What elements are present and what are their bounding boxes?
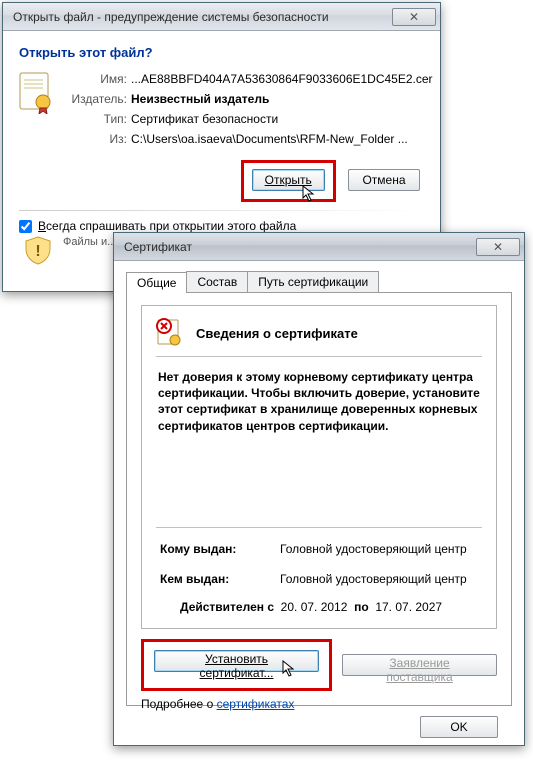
dialog-title: Открыть файл - предупреждение системы бе… — [13, 10, 392, 24]
highlight-box-install: Установить сертификат... — [141, 639, 332, 691]
publisher-value: Неизвестный издатель — [131, 92, 433, 106]
publisher-label: Издатель: — [63, 92, 131, 106]
trust-warning-text: Нет доверия к этому корневому сертификат… — [158, 369, 480, 434]
name-label: Имя: — [63, 72, 131, 86]
issuer-statement-button: Заявление поставщика — [342, 654, 497, 676]
shield-warning-icon: ! — [23, 235, 53, 265]
from-value: C:\Users\oa.isaeva\Documents\RFM-New_Fol… — [131, 132, 433, 146]
install-cert-button[interactable]: Установить сертификат... — [154, 650, 319, 672]
issued-by-value: Головной удостоверяющий центр — [280, 572, 478, 586]
issued-to-value: Головной удостоверяющий центр — [280, 542, 478, 556]
titlebar[interactable]: Сертификат ✕ — [114, 233, 524, 261]
close-button[interactable]: ✕ — [476, 238, 520, 256]
svg-text:!: ! — [35, 243, 40, 260]
type-value: Сертификат безопасности — [131, 112, 433, 126]
always-ask-input[interactable] — [19, 220, 32, 233]
tab-general[interactable]: Общие — [126, 272, 187, 293]
issued-by-label: Кем выдан: — [160, 572, 280, 586]
issued-to-label: Кому выдан: — [160, 542, 280, 556]
certificates-help-link[interactable]: сертификатах — [217, 697, 295, 711]
tab-panel-general: Сведения о сертификате Нет доверия к это… — [126, 292, 512, 706]
tab-cert-path[interactable]: Путь сертификации — [247, 271, 379, 292]
titlebar[interactable]: Открыть файл - предупреждение системы бе… — [3, 3, 440, 31]
dialog-title: Сертификат — [124, 240, 476, 254]
from-label: Из: — [63, 132, 131, 146]
type-label: Тип: — [63, 112, 131, 126]
learn-more-line: Подробнее о сертификатах — [141, 697, 497, 711]
always-ask-checkbox[interactable]: Всегда спрашивать при открытии этого фай… — [19, 219, 424, 233]
close-icon: ✕ — [409, 10, 419, 24]
cert-info-heading: Сведения о сертификате — [196, 326, 358, 341]
close-icon: ✕ — [493, 240, 503, 254]
open-file-question: Открыть этот файл? — [19, 45, 424, 60]
open-button[interactable]: Открыть — [252, 169, 325, 191]
ok-button[interactable]: OK — [420, 716, 498, 738]
highlight-box-open: Открыть — [241, 160, 336, 202]
certificate-error-icon — [156, 318, 186, 348]
certificate-dialog: Сертификат ✕ Общие Состав Путь сертифика… — [113, 232, 525, 746]
close-button[interactable]: ✕ — [392, 8, 436, 26]
validity-period: Действителен с 20. 07. 2012 по 17. 07. 2… — [180, 600, 478, 614]
certificate-icon — [19, 72, 53, 114]
tab-details[interactable]: Состав — [186, 271, 248, 292]
cancel-button[interactable]: Отмена — [348, 169, 420, 191]
file-name-value: ...AE88BBFD404A7A53630864F9033606E1DC45E… — [131, 72, 433, 86]
